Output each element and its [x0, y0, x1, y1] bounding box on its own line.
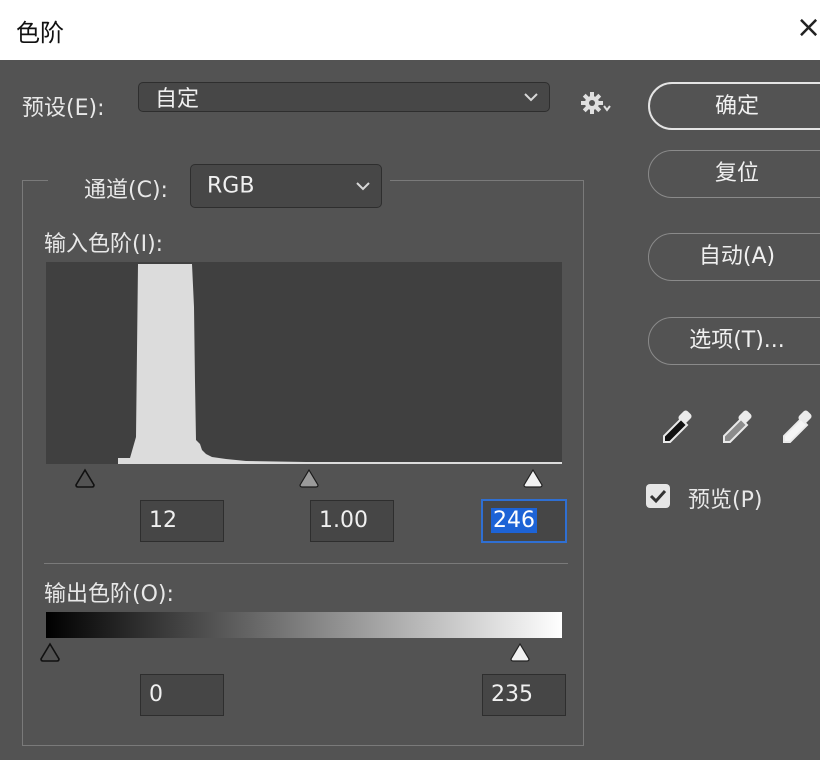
black-point-eyedropper-icon[interactable]	[660, 408, 698, 446]
input-gamma-handle[interactable]	[298, 468, 320, 488]
input-black-point-handle[interactable]	[74, 468, 96, 488]
reset-button[interactable]: 复位	[648, 150, 820, 198]
close-icon: ×	[796, 10, 820, 45]
preset-value: 自定	[155, 87, 200, 112]
gray-point-eyedropper-icon[interactable]	[720, 408, 758, 446]
title-bar: 色阶 ×	[0, 0, 820, 60]
auto-button[interactable]: 自动(A)	[648, 233, 820, 281]
input-white-point-field[interactable]: 246	[482, 500, 566, 542]
channel-value: RGB	[207, 173, 255, 199]
input-levels-slider[interactable]	[62, 468, 550, 492]
section-divider	[44, 563, 568, 564]
input-white-point-handle[interactable]	[522, 468, 544, 488]
ok-button[interactable]: 确定	[648, 82, 820, 130]
preset-dropdown[interactable]: 自定	[138, 82, 550, 112]
output-white-point-field[interactable]: 235	[482, 674, 566, 716]
channel-dropdown[interactable]: RGB	[190, 164, 382, 208]
preview-label: 预览(P)	[688, 488, 763, 513]
output-levels-slider[interactable]	[40, 642, 560, 666]
preview-checkbox[interactable]	[646, 484, 670, 508]
output-white-point-handle[interactable]	[509, 642, 531, 662]
channel-label: 通道(C):	[84, 178, 168, 203]
output-black-point-handle[interactable]	[39, 642, 61, 662]
output-levels-label: 输出色阶(O):	[44, 582, 174, 607]
input-gamma-field[interactable]: 1.00	[310, 500, 394, 542]
white-point-eyedropper-icon[interactable]	[780, 408, 818, 446]
histogram-graph	[118, 264, 562, 464]
output-gradient-bar	[46, 612, 562, 638]
gear-icon[interactable]	[580, 90, 612, 116]
histogram	[46, 262, 562, 464]
chevron-down-icon	[524, 93, 538, 102]
close-button[interactable]: ×	[796, 8, 820, 48]
options-button[interactable]: 选项(T)...	[648, 317, 820, 365]
preset-label: 预设(E):	[22, 96, 105, 121]
chevron-down-icon	[356, 182, 370, 191]
selected-text: 246	[491, 508, 537, 533]
input-levels-label: 输入色阶(I):	[44, 232, 164, 257]
input-black-point-field[interactable]: 12	[140, 500, 224, 542]
histogram-fill	[118, 264, 562, 464]
output-black-point-field[interactable]: 0	[140, 674, 224, 716]
window-title: 色阶	[16, 19, 64, 47]
checkmark-icon	[649, 489, 667, 504]
